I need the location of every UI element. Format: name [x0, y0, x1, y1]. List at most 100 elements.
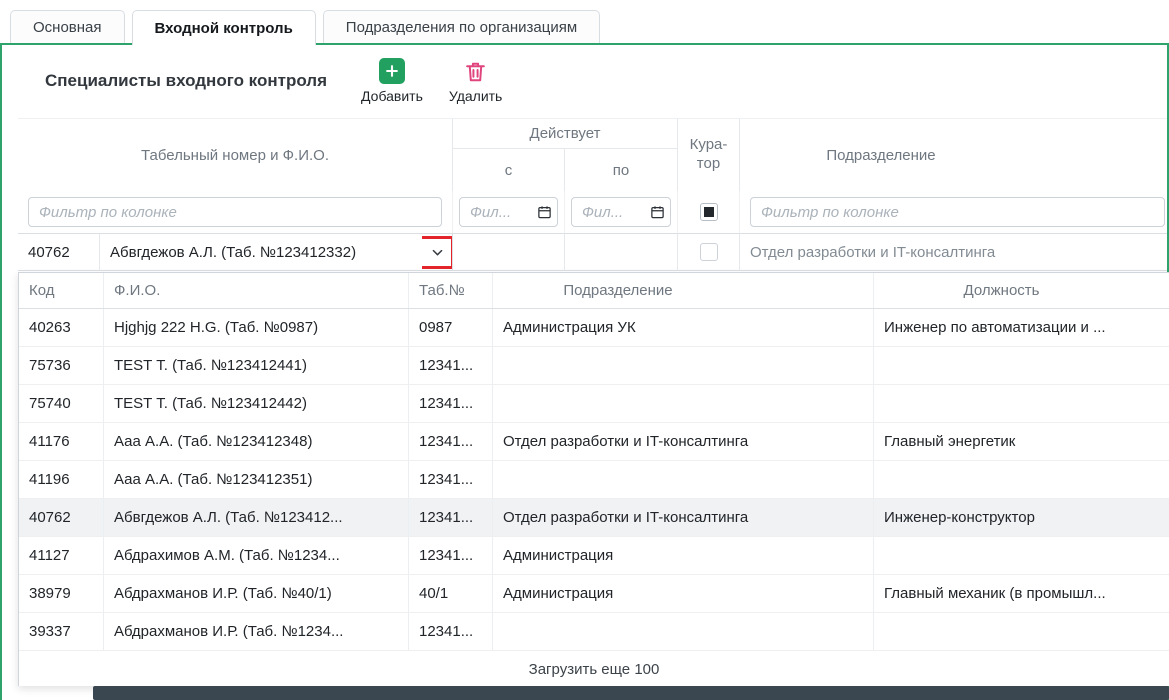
edit-row-department-cell: Отдел разработки и IT-консалтинга	[740, 233, 1167, 271]
cell-tab: 12341...	[409, 613, 493, 650]
plus-icon	[379, 58, 405, 84]
dropdown-row[interactable]: 40263 Hjghjg 222 H.G. (Таб. №0987) 0987 …	[19, 309, 1169, 347]
calendar-icon[interactable]	[650, 205, 665, 220]
filter-cell-employee	[18, 191, 453, 233]
cell-code: 41127	[19, 537, 104, 574]
horizontal-scrollbar[interactable]	[93, 686, 1169, 700]
cell-position	[874, 461, 1169, 498]
cell-name: TEST Т. (Таб. №123412442)	[104, 385, 409, 422]
dropdown-header-position: Должность	[874, 273, 1169, 308]
cell-tab: 12341...	[409, 537, 493, 574]
dropdown-row[interactable]: 75740 TEST Т. (Таб. №123412442) 12341...	[19, 385, 1169, 423]
curator-checkbox[interactable]	[700, 243, 718, 261]
cell-name: TEST Т. (Таб. №123412441)	[104, 347, 409, 384]
tab-departments-by-org-label: Подразделения по организациям	[346, 19, 577, 36]
edit-row-employee-cell[interactable]: Абвгдежов А.Л. (Таб. №123412332)	[100, 233, 422, 271]
employee-dropdown-button[interactable]	[422, 234, 452, 270]
panel-title: Специалисты входного контроля	[45, 71, 327, 91]
tab-bar: Основная Входной контроль Подразделения …	[10, 10, 607, 45]
dropdown-header-row: Код Ф.И.О. Таб.№ Подразделение Должность	[19, 273, 1169, 309]
filter-cell-from	[453, 191, 565, 233]
cell-department	[493, 613, 874, 650]
cell-code: 41176	[19, 423, 104, 460]
cell-position	[874, 347, 1169, 384]
cell-position	[874, 385, 1169, 422]
dropdown-header-department: Подразделение	[493, 273, 874, 308]
column-header-from: с	[453, 149, 565, 191]
column-header-employee: Табельный номер и Ф.И.О.	[18, 119, 453, 191]
cell-code: 75736	[19, 347, 104, 384]
column-header-to: по	[565, 149, 678, 191]
dropdown-row[interactable]: 38979 Абдрахманов И.Р. (Таб. №40/1) 40/1…	[19, 575, 1169, 613]
dropdown-row[interactable]: 75736 TEST Т. (Таб. №123412441) 12341...	[19, 347, 1169, 385]
cell-tab: 40/1	[409, 575, 493, 612]
cell-department: Отдел разработки и IT-консалтинга	[493, 423, 874, 460]
cell-position: Инженер по автоматизации и ...	[874, 309, 1169, 346]
cell-position	[874, 613, 1169, 650]
add-button-label: Добавить	[361, 88, 423, 104]
cell-position	[874, 537, 1169, 574]
edit-row-dropdown-cell	[422, 233, 453, 271]
filter-cell-to	[565, 191, 678, 233]
department-filter-input[interactable]	[750, 197, 1165, 227]
dropdown-header-code: Код	[19, 273, 104, 308]
cell-code: 40263	[19, 309, 104, 346]
cell-tab: 12341...	[409, 461, 493, 498]
tab-departments-by-org[interactable]: Подразделения по организациям	[323, 10, 600, 43]
cell-department	[493, 385, 874, 422]
delete-button[interactable]: Удалить	[449, 59, 502, 104]
filter-cell-department	[740, 191, 1167, 233]
cell-department: Администрация	[493, 537, 874, 574]
curator-filter-checkbox[interactable]	[700, 203, 718, 221]
edit-row-curator-cell	[678, 233, 740, 271]
specialists-grid: Табельный номер и Ф.И.О. Действует с по …	[18, 118, 1167, 271]
column-header-department: Подразделение	[740, 119, 1167, 191]
tab-incoming-control[interactable]: Входной контроль	[132, 10, 316, 45]
cell-name: Hjghjg 222 H.G. (Таб. №0987)	[104, 309, 409, 346]
calendar-icon[interactable]	[537, 205, 552, 220]
cell-tab: 12341...	[409, 499, 493, 536]
dropdown-header-name: Ф.И.О.	[104, 273, 409, 308]
panel-toolbar: Специалисты входного контроля Добавить У…	[45, 58, 502, 104]
employee-filter-input[interactable]	[28, 197, 442, 227]
curator-header-line2: тор	[697, 155, 720, 174]
dropdown-row[interactable]: 41127 Абдрахимов А.М. (Таб. №1234... 123…	[19, 537, 1169, 575]
dropdown-row[interactable]: 41176 Ааа А.А. (Таб. №123412348) 12341..…	[19, 423, 1169, 461]
employee-dropdown-popup: Код Ф.И.О. Таб.№ Подразделение Должность…	[18, 272, 1169, 686]
cell-name: Ааа А.А. (Таб. №123412351)	[104, 461, 409, 498]
cell-tab: 12341...	[409, 347, 493, 384]
cell-department: Отдел разработки и IT-консалтинга	[493, 499, 874, 536]
cell-tab: 12341...	[409, 423, 493, 460]
cell-name: Абдрахманов И.Р. (Таб. №40/1)	[104, 575, 409, 612]
cell-name: Ааа А.А. (Таб. №123412348)	[104, 423, 409, 460]
cell-tab: 12341...	[409, 385, 493, 422]
cell-code: 38979	[19, 575, 104, 612]
add-button[interactable]: Добавить	[361, 58, 423, 104]
filter-cell-curator	[678, 191, 740, 233]
column-header-curator: Кура- тор	[678, 119, 740, 191]
cell-tab: 0987	[409, 309, 493, 346]
dropdown-row[interactable]: 39337 Абдрахманов И.Р. (Таб. №1234... 12…	[19, 613, 1169, 651]
edit-row-from-cell[interactable]	[453, 233, 565, 271]
cell-name: Абвгдежов А.Л. (Таб. №123412...	[104, 499, 409, 536]
cell-department	[493, 347, 874, 384]
chevron-down-icon	[430, 245, 445, 260]
tab-main[interactable]: Основная	[10, 10, 125, 43]
load-more-button[interactable]: Загрузить еще 100	[19, 651, 1169, 686]
delete-button-label: Удалить	[449, 88, 502, 104]
cell-department: Администрация УК	[493, 309, 874, 346]
dropdown-row[interactable]: 41196 Ааа А.А. (Таб. №123412351) 12341..…	[19, 461, 1169, 499]
dropdown-row-selected[interactable]: 40762 Абвгдежов А.Л. (Таб. №123412... 12…	[19, 499, 1169, 537]
checkbox-indeterminate-mark	[704, 207, 714, 217]
edit-row-code-cell[interactable]: 40762	[18, 233, 100, 271]
cell-name: Абдрахманов И.Р. (Таб. №1234...	[104, 613, 409, 650]
edit-row-to-cell[interactable]	[565, 233, 678, 271]
trash-icon	[463, 59, 488, 84]
cell-department: Администрация	[493, 575, 874, 612]
cell-position: Инженер-конструктор	[874, 499, 1169, 536]
cell-code: 40762	[19, 499, 104, 536]
cell-code: 75740	[19, 385, 104, 422]
column-header-active-group: Действует	[453, 119, 678, 149]
cell-position: Главный энергетик	[874, 423, 1169, 460]
cell-department	[493, 461, 874, 498]
